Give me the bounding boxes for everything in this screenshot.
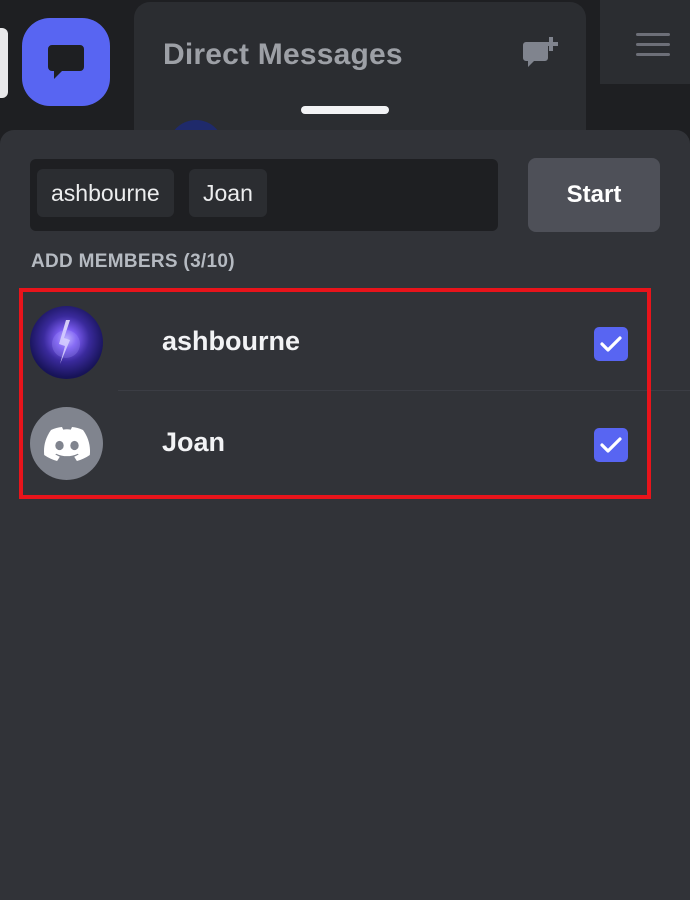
sheet-drag-handle[interactable] xyxy=(301,106,389,114)
start-button[interactable]: Start xyxy=(528,158,660,232)
page-title: Direct Messages xyxy=(163,38,403,71)
member-checkbox[interactable] xyxy=(594,327,628,361)
member-row-ashbourne[interactable]: ashbourne xyxy=(0,290,690,390)
add-members-sheet: ashbourne Joan Start ADD MEMBERS (3/10) … xyxy=(0,130,690,900)
chat-bubble-icon xyxy=(48,45,84,79)
hamburger-menu-icon[interactable] xyxy=(636,33,670,57)
direct-messages-home-button[interactable] xyxy=(22,18,110,106)
member-search-input[interactable]: ashbourne Joan xyxy=(30,159,498,231)
avatar xyxy=(30,407,103,480)
member-name: Joan xyxy=(162,427,226,457)
member-name: ashbourne xyxy=(162,326,301,356)
checkmark-icon xyxy=(600,336,622,352)
selected-server-indicator xyxy=(0,28,8,98)
app-frame: Direct Messages ashbourne Joan Start ADD… xyxy=(0,0,690,900)
member-row-joan[interactable]: Joan xyxy=(0,391,690,491)
selected-member-chip[interactable]: ashbourne xyxy=(37,169,174,217)
avatar xyxy=(30,306,103,379)
add-members-heading: ADD MEMBERS (3/10) xyxy=(31,251,235,272)
member-checkbox[interactable] xyxy=(594,428,628,462)
new-group-dm-icon[interactable] xyxy=(522,36,560,72)
checkmark-icon xyxy=(600,437,622,453)
discord-default-icon xyxy=(43,426,90,461)
selected-member-chip[interactable]: Joan xyxy=(189,169,267,217)
lightning-avatar-image xyxy=(52,320,80,364)
